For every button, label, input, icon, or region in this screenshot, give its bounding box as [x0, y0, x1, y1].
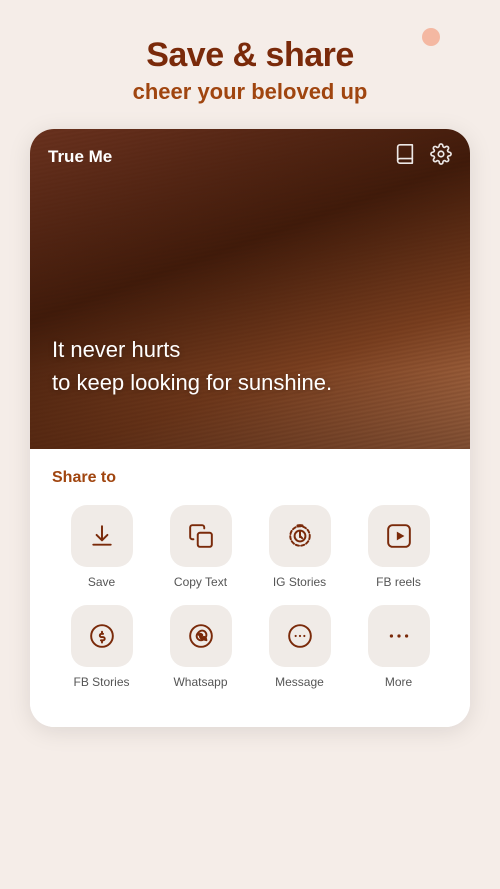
more-icon-wrap	[368, 605, 430, 667]
message-icon-wrap	[269, 605, 331, 667]
message-label: Message	[275, 675, 324, 689]
share-item-fb-stories[interactable]: FB Stories	[66, 605, 138, 689]
phone-card: True Me	[30, 129, 470, 727]
image-topbar: True Me	[30, 129, 470, 185]
more-icon	[386, 623, 412, 649]
share-title: Share to	[52, 469, 448, 487]
ig-stories-icon	[287, 523, 313, 549]
quote-line1: It never hurts	[52, 333, 448, 366]
quote-image-area: True Me	[30, 129, 470, 449]
share-row-1: Save Copy Text	[52, 505, 448, 589]
save-icon	[89, 523, 115, 549]
page-subtitle: cheer your beloved up	[133, 79, 368, 105]
fb-stories-icon-wrap	[71, 605, 133, 667]
fb-reels-label: FB reels	[376, 575, 421, 589]
share-item-whatsapp[interactable]: Whatsapp	[165, 605, 237, 689]
share-item-copy-text[interactable]: Copy Text	[165, 505, 237, 589]
copy-text-label: Copy Text	[174, 575, 227, 589]
fb-reels-icon	[386, 523, 412, 549]
whatsapp-icon-wrap	[170, 605, 232, 667]
message-icon	[287, 623, 313, 649]
copy-text-icon	[188, 523, 214, 549]
topbar-icons	[394, 143, 452, 171]
book-icon[interactable]	[394, 143, 416, 171]
app-name-label: True Me	[48, 147, 112, 167]
fb-stories-icon	[89, 623, 115, 649]
share-item-save[interactable]: Save	[66, 505, 138, 589]
ig-stories-label: IG Stories	[273, 575, 326, 589]
fb-reels-icon-wrap	[368, 505, 430, 567]
share-row-2: FB Stories Whatsapp	[52, 605, 448, 689]
save-label: Save	[88, 575, 115, 589]
page-title: Save & share	[146, 36, 354, 75]
share-item-message[interactable]: Message	[264, 605, 336, 689]
deco-dot	[422, 28, 440, 46]
fb-stories-label: FB Stories	[73, 675, 129, 689]
ig-stories-icon-wrap	[269, 505, 331, 567]
share-panel: Share to Save	[30, 449, 470, 727]
page-wrapper: Save & share cheer your beloved up True …	[0, 0, 500, 889]
settings-icon[interactable]	[430, 143, 452, 171]
share-item-fb-reels[interactable]: FB reels	[363, 505, 435, 589]
quote-text: It never hurts to keep looking for sunsh…	[52, 333, 448, 399]
whatsapp-icon	[188, 623, 214, 649]
share-item-ig-stories[interactable]: IG Stories	[264, 505, 336, 589]
whatsapp-label: Whatsapp	[173, 675, 227, 689]
more-label: More	[385, 675, 412, 689]
share-item-more[interactable]: More	[363, 605, 435, 689]
save-icon-wrap	[71, 505, 133, 567]
quote-line2: to keep looking for sunshine.	[52, 366, 448, 399]
copy-text-icon-wrap	[170, 505, 232, 567]
